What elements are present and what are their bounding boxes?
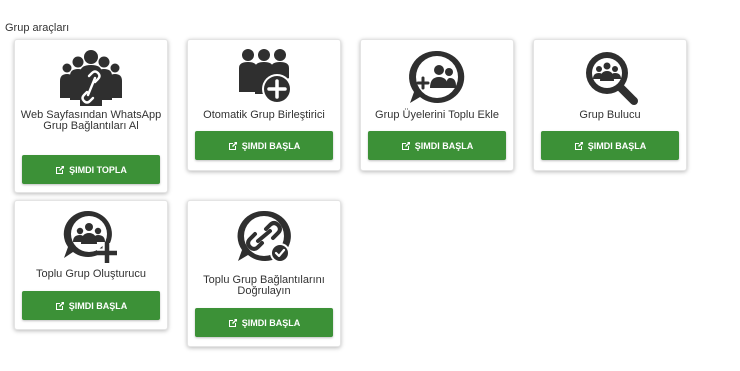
tool-label: Toplu Grup Oluşturucu bbox=[35, 268, 147, 280]
start-now-button[interactable]: ŞIMDI BAŞLA bbox=[195, 308, 333, 337]
tool-label: Otomatik Grup Birleştirici bbox=[203, 109, 325, 121]
tool-label: Grup Üyelerini Toplu Ekle bbox=[375, 109, 499, 121]
external-link-icon bbox=[228, 318, 238, 328]
external-link-icon bbox=[574, 141, 584, 151]
tool-card-verify-links: Toplu Grup Bağlantılarını Doğrulayın ŞIM… bbox=[187, 200, 341, 347]
tool-label: Web Sayfasından WhatsApp Grup Bağlantıla… bbox=[20, 109, 162, 132]
button-label: ŞIMDI BAŞLA bbox=[414, 140, 474, 151]
tool-card-bulk-group-creator: Toplu Grup Oluşturucu ŞIMDI BAŞLA bbox=[14, 200, 168, 330]
verify-links-icon bbox=[188, 208, 340, 266]
collect-now-button[interactable]: ŞIMDI TOPLA bbox=[22, 155, 160, 184]
external-link-icon bbox=[228, 141, 238, 151]
external-link-icon bbox=[55, 301, 65, 311]
button-label: ŞIMDI BAŞLA bbox=[241, 317, 301, 328]
group-merge-icon bbox=[188, 48, 340, 106]
start-now-button[interactable]: ŞIMDI BAŞLA bbox=[368, 131, 506, 160]
tool-card-link-extractor: Web Sayfasından WhatsApp Grup Bağlantıla… bbox=[14, 39, 168, 193]
group-tools-page: Grup araçları Web Sayfasından WhatsApp G… bbox=[0, 0, 740, 371]
external-link-icon bbox=[401, 141, 411, 151]
start-now-button[interactable]: ŞIMDI BAŞLA bbox=[22, 291, 160, 320]
create-group-icon bbox=[15, 207, 167, 265]
button-label: ŞIMDI BAŞLA bbox=[68, 300, 128, 311]
start-now-button[interactable]: ŞIMDI BAŞLA bbox=[541, 131, 679, 160]
tool-label: Grup Bulucu bbox=[579, 109, 641, 121]
external-link-icon bbox=[55, 165, 65, 175]
tool-label: Toplu Grup Bağlantılarını Doğrulayın bbox=[203, 274, 325, 297]
group-link-icon bbox=[15, 48, 167, 106]
button-label: ŞIMDI TOPLA bbox=[69, 164, 127, 175]
section-title: Grup araçları bbox=[5, 22, 70, 34]
tool-card-group-finder: Grup Bulucu ŞIMDI BAŞLA bbox=[533, 39, 687, 171]
button-label: ŞIMDI BAŞLA bbox=[587, 140, 647, 151]
tool-card-auto-merger: Otomatik Grup Birleştirici ŞIMDI BAŞLA bbox=[187, 39, 341, 171]
button-label: ŞIMDI BAŞLA bbox=[241, 140, 301, 151]
group-search-icon bbox=[534, 48, 686, 106]
add-members-icon bbox=[361, 48, 513, 106]
start-now-button[interactable]: ŞIMDI BAŞLA bbox=[195, 131, 333, 160]
tool-card-bulk-add-members: Grup Üyelerini Toplu Ekle ŞIMDI BAŞLA bbox=[360, 39, 514, 171]
